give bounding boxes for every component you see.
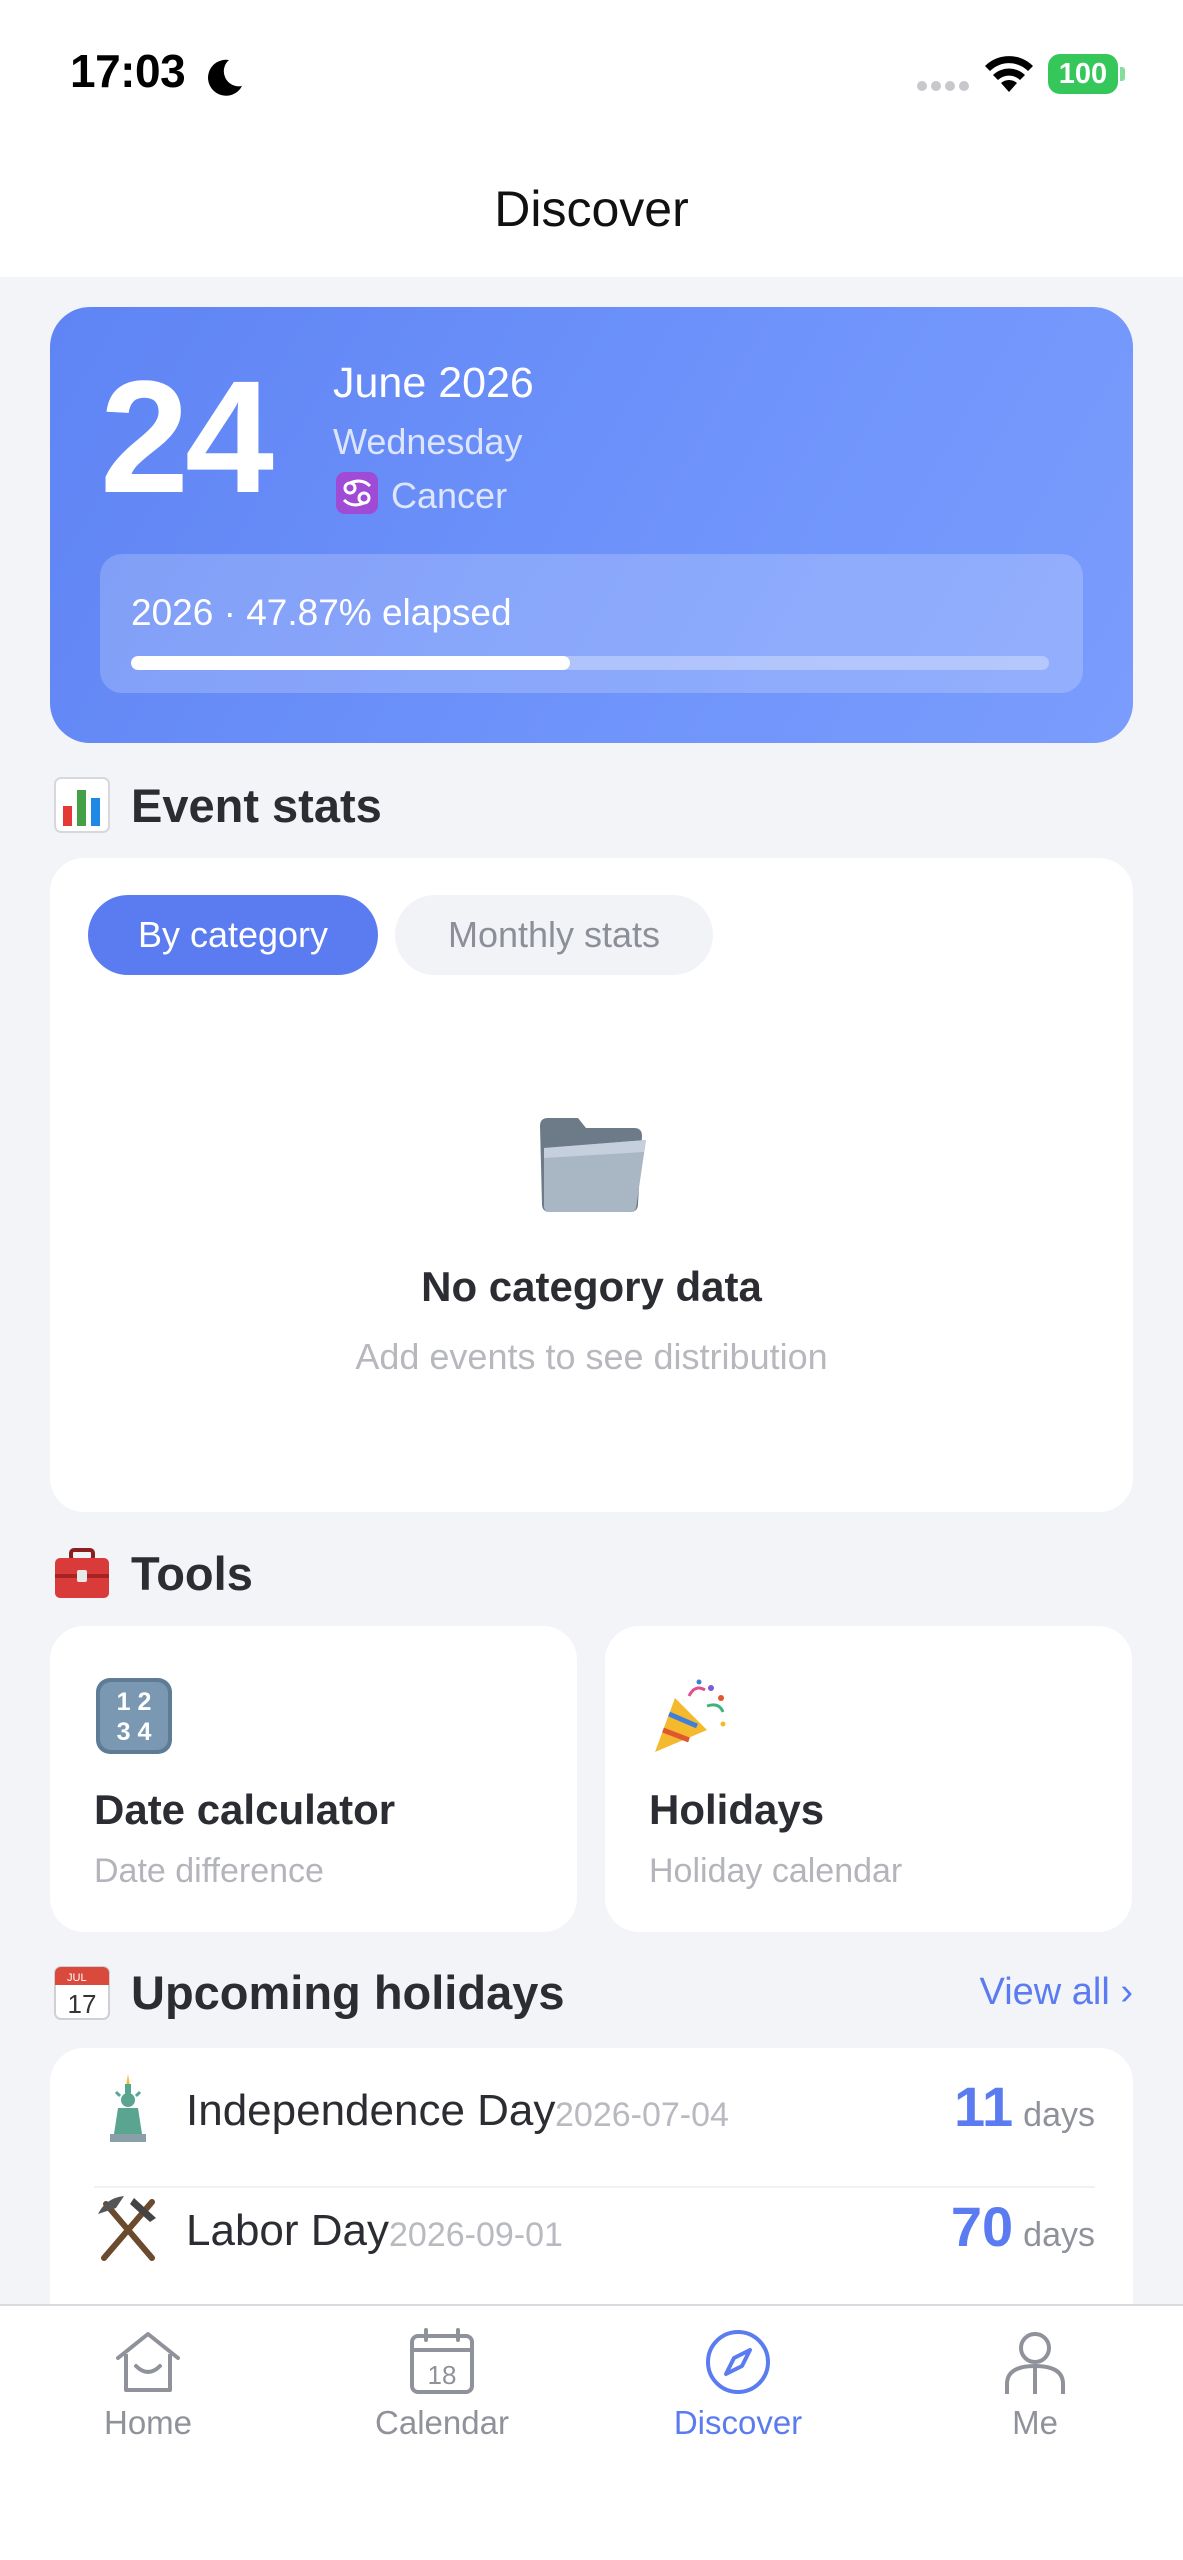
signal-icon: [917, 81, 969, 91]
holiday-name: Labor Day: [186, 2206, 390, 2255]
toolbox-icon: [55, 1548, 109, 1598]
year-progress: 2026 · 47.87% elapsed: [100, 554, 1083, 693]
calendar-icon: JUL 17: [54, 1966, 110, 2020]
tools-heading: Tools: [53, 1543, 253, 1603]
nav-header: Discover: [0, 150, 1183, 277]
holidays-tool-subtitle: Holiday calendar: [649, 1852, 903, 1890]
date-calculator-subtitle: Date difference: [94, 1852, 324, 1890]
weekday: Wednesday: [333, 421, 523, 462]
holiday-countdown: 11 days: [954, 2074, 1095, 2139]
year-progress-fill: [131, 656, 571, 670]
event-stats-title: Event stats: [131, 778, 382, 832]
holiday-countdown: 70 days: [951, 2194, 1095, 2259]
empty-state-subtitle: Add events to see distribution: [355, 1336, 828, 1377]
date-calculator-title: Date calculator: [94, 1786, 396, 1833]
date-card: 24 June 2026 Wednesday Cancer 2026 · 47.…: [50, 307, 1133, 743]
event-stats-heading: Event stats: [53, 775, 382, 835]
tab-me-label: Me: [1012, 2404, 1058, 2441]
days-unit: days: [1023, 2216, 1095, 2254]
tab-me[interactable]: Me: [887, 2306, 1183, 2466]
day-number: 24: [100, 347, 274, 526]
holiday-date: 2026-07-04: [555, 2096, 729, 2134]
days-unit: days: [1023, 2096, 1095, 2134]
calendar-icon-day: 17: [68, 1989, 97, 2019]
tab-calendar-label: Calendar: [375, 2404, 509, 2441]
home-icon: [116, 2332, 180, 2392]
tools-title: Tools: [131, 1546, 253, 1600]
bar-chart-icon: [54, 777, 110, 833]
status-time: 17:03: [70, 45, 186, 97]
moon-icon: [208, 59, 242, 96]
numbers-icon: 1 2 3 4: [96, 1678, 172, 1754]
event-stats-card: By category Monthly stats No category da…: [50, 858, 1133, 1512]
upcoming-holidays-title: Upcoming holidays: [131, 1965, 565, 2019]
cancer-zodiac-icon: [336, 472, 378, 514]
tab-by-category[interactable]: By category: [88, 895, 378, 975]
page-title: Discover: [494, 181, 689, 237]
calendar-icon-month: JUL: [67, 1972, 87, 1984]
days-count: 11: [953, 2075, 1014, 2138]
battery-nub: [1120, 67, 1125, 81]
view-all-link[interactable]: View all ›: [980, 1971, 1133, 2014]
tab-monthly-stats[interactable]: Monthly stats: [395, 895, 713, 975]
party-popper-icon: [655, 1679, 726, 1752]
month-year: June 2026: [333, 359, 534, 407]
tab-home-label: Home: [103, 2404, 193, 2441]
person-icon: [1005, 2332, 1065, 2394]
tab-discover-label: Discover: [673, 2404, 803, 2441]
holiday-name: Independence Day: [186, 2086, 556, 2135]
date-calculator-card[interactable]: 1 2 3 4 Date calculator Date difference: [50, 1626, 577, 1932]
calendar-icon-day: 18: [428, 2360, 457, 2390]
battery-indicator: 100: [1048, 54, 1125, 94]
battery-level: 100: [1048, 54, 1118, 94]
hammer-pick-icon: [98, 2196, 156, 2261]
folder-icon: [540, 1118, 646, 1212]
holiday-row[interactable]: Independence Day 2026-07-04 11 days: [50, 2048, 1133, 2188]
holiday-date: 2026-09-01: [389, 2216, 563, 2254]
status-bar: 17:03 100: [0, 0, 1183, 150]
wifi-icon: [985, 56, 1033, 92]
tab-bar: Home 18 Calendar Discover Me: [0, 2304, 1183, 2560]
svg-text:1 2: 1 2: [117, 1688, 152, 1716]
zodiac-label: Cancer: [391, 475, 508, 516]
upcoming-holidays-heading: JUL 17 Upcoming holidays: [53, 1962, 565, 2022]
compass-icon: [706, 2330, 770, 2394]
tab-calendar[interactable]: 18 Calendar: [294, 2306, 590, 2466]
year-progress-text: 2026 · 47.87% elapsed: [131, 592, 512, 633]
tab-home[interactable]: Home: [0, 2306, 296, 2466]
empty-state-title: No category data: [421, 1263, 762, 1310]
svg-text:3 4: 3 4: [117, 1718, 152, 1746]
calendar-icon: 18: [410, 2328, 474, 2394]
holidays-tool-card[interactable]: Holidays Holiday calendar: [605, 1626, 1132, 1932]
days-count: 70: [950, 2195, 1014, 2258]
holidays-tool-title: Holidays: [649, 1786, 825, 1833]
year-progress-track: [131, 656, 1049, 670]
statue-of-liberty-icon: [110, 2074, 146, 2142]
holiday-row[interactable]: Labor Day 2026-09-01 70 days: [50, 2168, 1133, 2288]
tab-discover[interactable]: Discover: [590, 2306, 886, 2466]
